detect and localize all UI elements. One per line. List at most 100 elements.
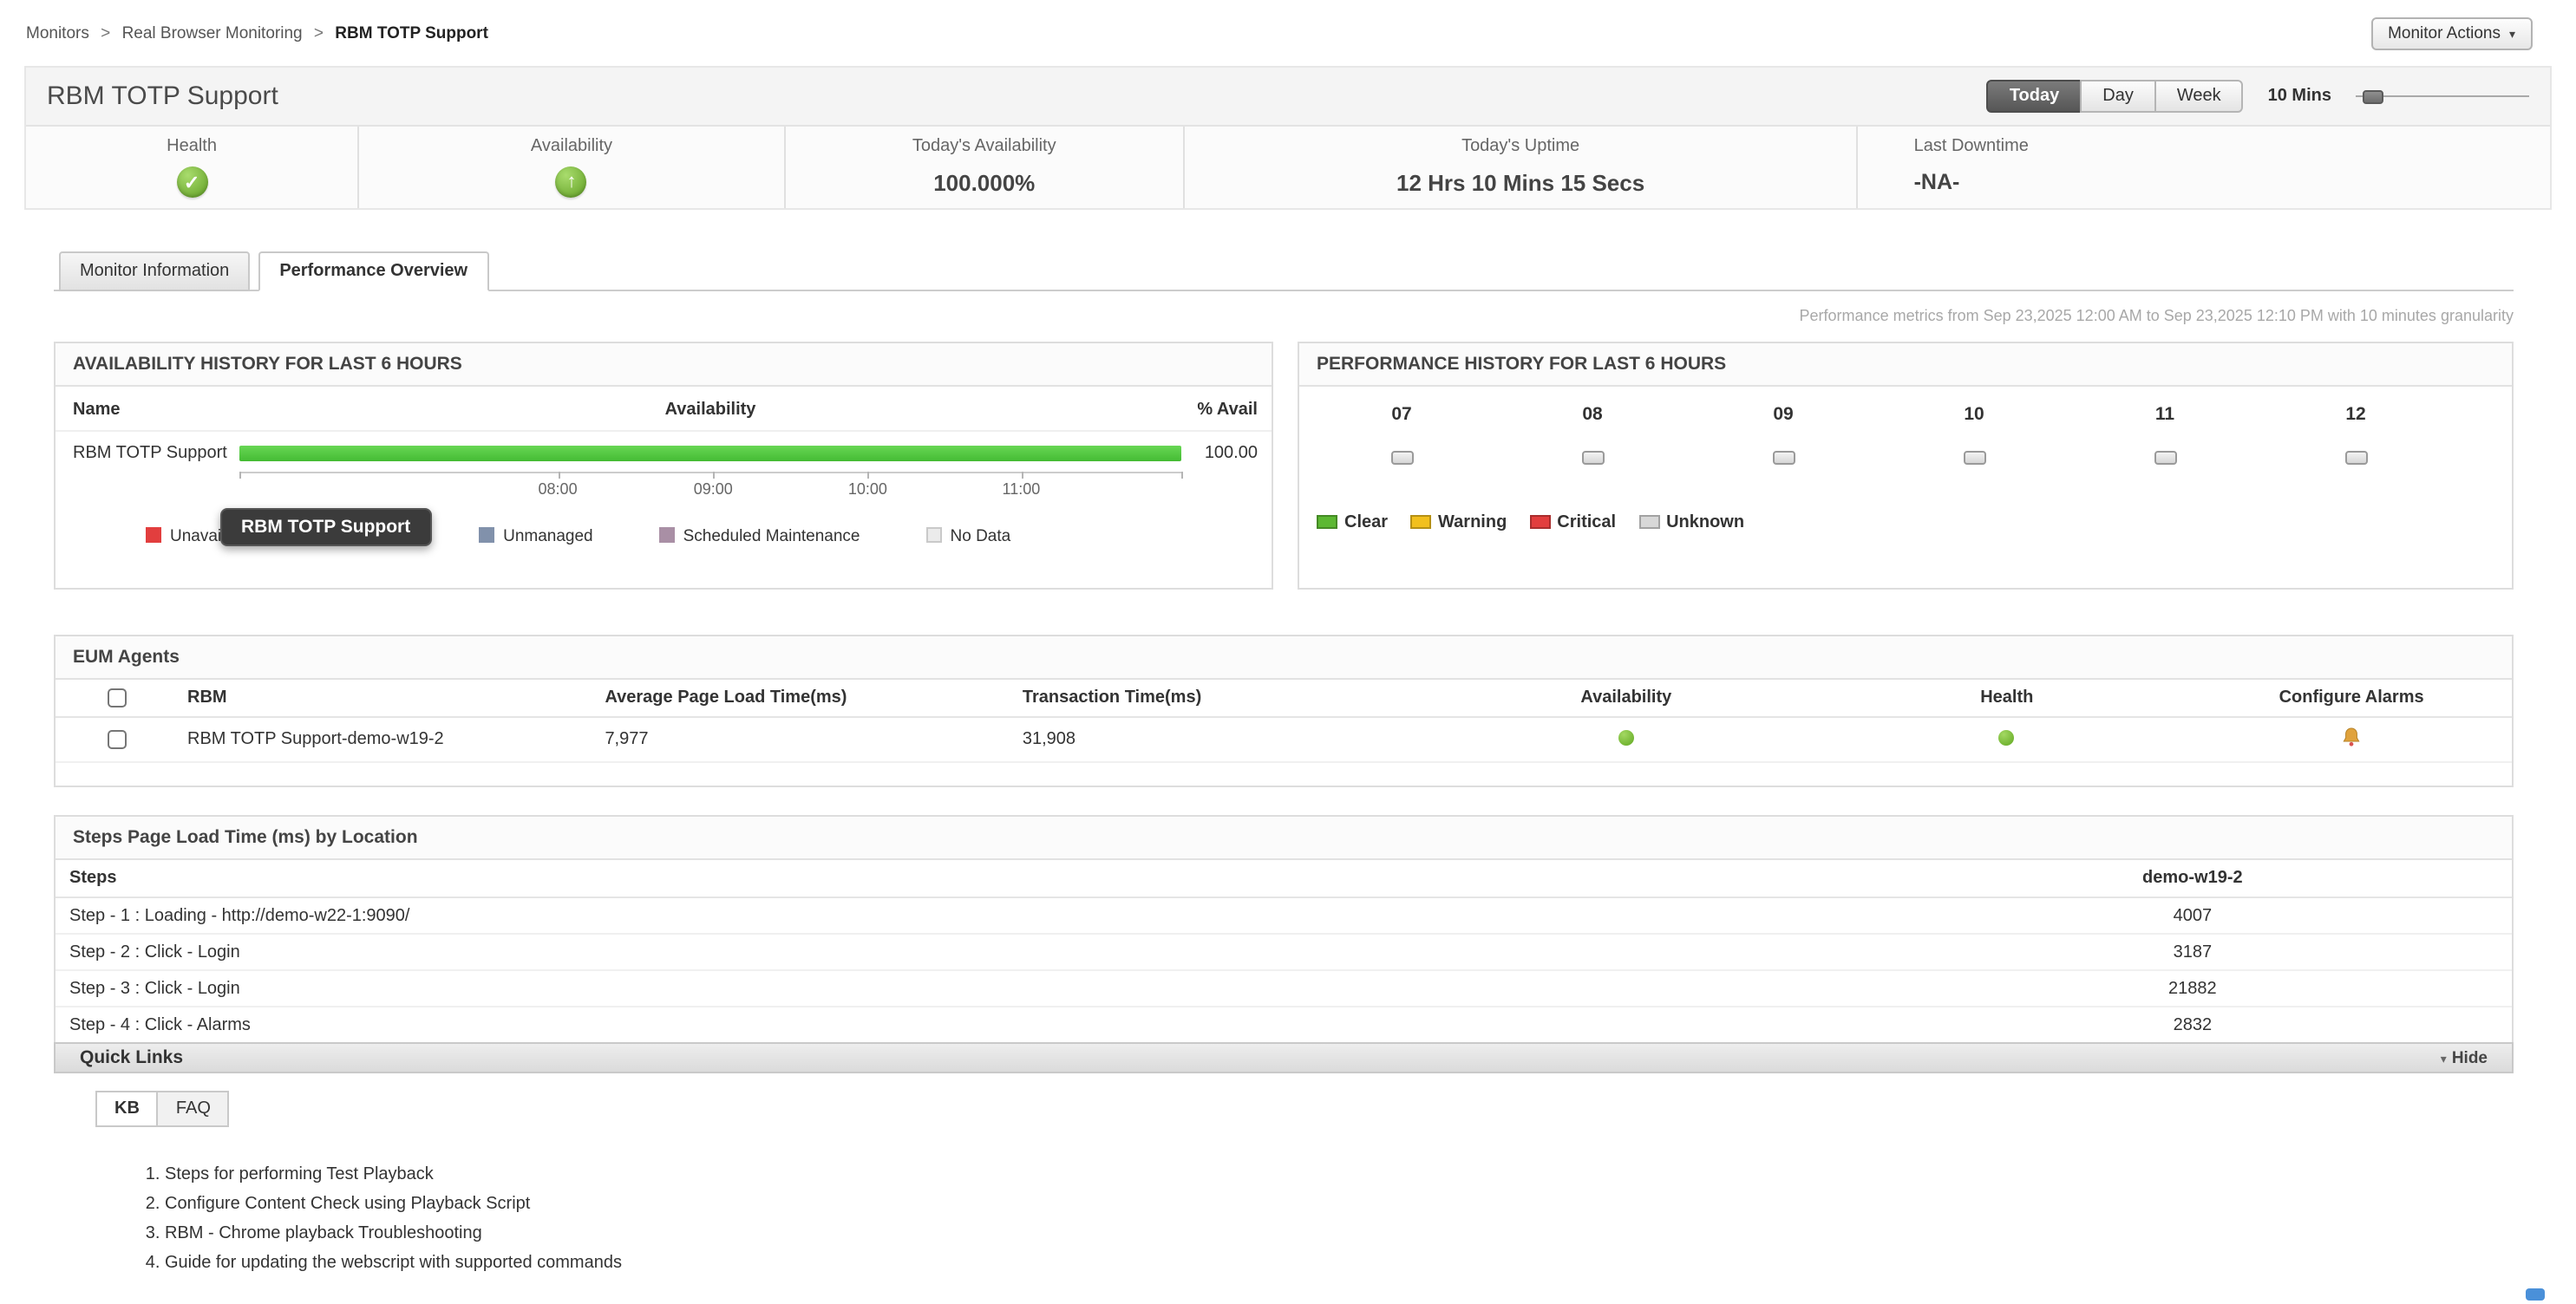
legend-label: Critical (1557, 513, 1616, 532)
availability-history-panel: AVAILABILITY HISTORY FOR LAST 6 HOURS Na… (54, 342, 1273, 590)
hour-column: 10 (1879, 404, 2069, 470)
todays-availability-value: 100.000% (933, 170, 1035, 196)
legend-unmanaged: Unmanaged (479, 527, 593, 546)
eum-footer-spacer (56, 763, 2512, 786)
col-transaction-time: Transaction Time(ms) (1012, 680, 1429, 717)
step-value: 2832 (1873, 1007, 2512, 1042)
health-label: Health (167, 137, 217, 156)
kb-article-link[interactable]: Steps for performing Test Playback (165, 1165, 2514, 1184)
metrics-range-note: Performance metrics from Sep 23,2025 12:… (54, 307, 2514, 324)
agent-name-link[interactable]: RBM TOTP Support-demo-w19-2 (187, 730, 444, 749)
col-name: Name (73, 401, 239, 420)
legend-no-data: No Data (926, 527, 1011, 546)
row-checkbox[interactable] (107, 730, 126, 749)
stat-todays-availability: Today's Availability 100.000% (786, 127, 1185, 208)
breadcrumb-separator: > (101, 23, 110, 42)
monitor-name: RBM TOTP Support (73, 444, 239, 463)
bar-tooltip: RBM TOTP Support (220, 508, 431, 546)
availability-bar-track (239, 446, 1181, 461)
hour-label: 09 (1688, 404, 1879, 425)
tab-performance-overview[interactable]: Performance Overview (258, 251, 488, 291)
availability-label: Availability (531, 137, 612, 156)
breadcrumb-current: RBM TOTP Support (335, 23, 488, 42)
granularity-slider[interactable] (2356, 88, 2529, 105)
col-location: demo-w19-2 (1873, 860, 2512, 897)
axis-tick-label: 08:00 (539, 480, 578, 498)
top-bar: Monitors > Real Browser Monitoring > RBM… (0, 0, 2576, 66)
monitor-actions-label: Monitor Actions (2388, 23, 2501, 42)
configure-alarms-icon[interactable] (2342, 727, 2361, 753)
hour-label: 08 (1497, 404, 1688, 425)
legend-scheduled-maintenance: Scheduled Maintenance (659, 527, 860, 546)
quick-links-title: Quick Links (80, 1047, 183, 1068)
steps-panel-title: Steps Page Load Time (ms) by Location (56, 817, 2512, 860)
eum-agents-title: EUM Agents (56, 636, 2512, 680)
status-summary: Health ✓ Availability ↑ Today's Availabi… (26, 125, 2550, 208)
health-ok-icon: ✓ (176, 166, 207, 198)
col-percent-avail: % Avail (1181, 401, 1258, 420)
kb-article-link[interactable]: RBM - Chrome playback Troubleshooting (165, 1224, 2514, 1243)
period-today-button[interactable]: Today (1987, 80, 2082, 113)
kb-article-list: Steps for performing Test Playback Confi… (165, 1165, 2514, 1273)
no-data-block-icon (1963, 451, 1985, 465)
period-week-button[interactable]: Week (2154, 80, 2244, 113)
kb-article-link[interactable]: Configure Content Check using Playback S… (165, 1195, 2514, 1214)
clear-swatch-icon (1317, 515, 1337, 529)
tab-monitor-information[interactable]: Monitor Information (59, 251, 250, 291)
slider-handle[interactable] (2363, 89, 2383, 103)
availability-bar[interactable] (239, 446, 1181, 461)
step-value: 4007 (1873, 897, 2512, 934)
col-availability: Availability (1429, 680, 1822, 717)
monitor-header: RBM TOTP Support Today Day Week 10 Mins … (24, 66, 2552, 210)
tab-kb[interactable]: KB (95, 1091, 159, 1127)
monitor-dashboard: Monitors > Real Browser Monitoring > RBM… (0, 0, 2576, 1304)
quick-links-header[interactable]: Quick Links ▾Hide (54, 1042, 2514, 1073)
todays-availability-label: Today's Availability (912, 137, 1056, 156)
legend-label: Warning (1438, 513, 1507, 532)
quick-links-hide-button[interactable]: ▾Hide (2441, 1048, 2488, 1067)
kb-article-link[interactable]: Guide for updating the webscript with su… (165, 1254, 2514, 1273)
monitor-actions-button[interactable]: Monitor Actions ▾ (2370, 16, 2533, 49)
availability-table-header: Name Availability % Avail (56, 387, 1272, 432)
page-corner-widget[interactable] (2526, 1288, 2545, 1301)
performance-history-panel: PERFORMANCE HISTORY FOR LAST 6 HOURS 07 … (1298, 342, 2514, 590)
last-downtime-label: Last Downtime (1914, 137, 2029, 156)
breadcrumb-separator: > (314, 23, 324, 42)
page-title: RBM TOTP Support (47, 82, 278, 111)
availability-up-icon: ↑ (556, 166, 587, 198)
hour-column: 08 (1497, 404, 1688, 470)
chevron-down-icon: ▾ (2509, 29, 2515, 41)
breadcrumb: Monitors > Real Browser Monitoring > RBM… (26, 23, 488, 42)
hour-column: 09 (1688, 404, 1879, 470)
avg-page-load-value: 7,977 (594, 717, 1011, 762)
eum-agents-panel: EUM Agents RBM Average Page Load Time(ms… (54, 635, 2514, 787)
critical-swatch-icon (1529, 515, 1550, 529)
hour-label: 10 (1879, 404, 2069, 425)
chevron-down-icon: ▾ (2441, 1053, 2447, 1066)
select-all-checkbox[interactable] (107, 688, 126, 707)
time-controls: Today Day Week 10 Mins (1987, 80, 2529, 113)
breadcrumb-real-browser-monitoring[interactable]: Real Browser Monitoring (122, 23, 303, 42)
availability-row: RBM TOTP Support 100.00 (56, 432, 1272, 463)
axis-line (239, 472, 1181, 473)
eum-agent-row: RBM TOTP Support-demo-w19-2 7,977 31,908 (56, 717, 2512, 762)
period-toggle: Today Day Week (1987, 80, 2244, 113)
no-data-block-icon (2344, 451, 2367, 465)
step-row: Step - 4 : Click - Alarms 2832 (56, 1007, 2512, 1042)
breadcrumb-monitors[interactable]: Monitors (26, 23, 89, 42)
warning-swatch-icon (1410, 515, 1431, 529)
transaction-time-value: 31,908 (1012, 717, 1429, 762)
axis-tick-label: 10:00 (848, 480, 887, 498)
axis-tick (867, 472, 869, 479)
legend-unknown: Unknown (1638, 513, 1744, 532)
step-label: Step - 4 : Click - Alarms (56, 1007, 1873, 1042)
hour-column: 07 (1306, 404, 1497, 470)
period-day-button[interactable]: Day (2080, 80, 2156, 113)
legend-warning: Warning (1410, 513, 1507, 532)
todays-uptime-label: Today's Uptime (1461, 137, 1579, 156)
no-data-block-icon (1772, 451, 1795, 465)
title-row: RBM TOTP Support Today Day Week 10 Mins (26, 68, 2550, 125)
legend-critical: Critical (1529, 513, 1616, 532)
step-row: Step - 2 : Click - Login 3187 (56, 934, 2512, 970)
tab-faq[interactable]: FAQ (157, 1091, 230, 1127)
